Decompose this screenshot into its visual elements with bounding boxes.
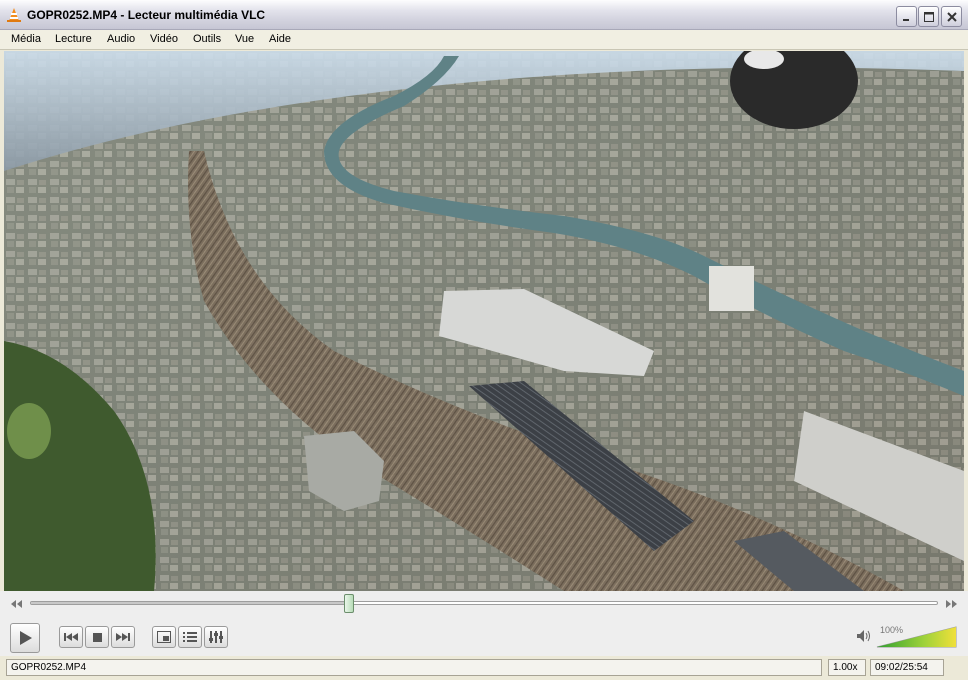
stop-icon (93, 633, 102, 642)
status-bar: GOPR0252.MP4 1.00x 09:02/25:54 (0, 656, 968, 680)
window-title: GOPR0252.MP4 - Lecteur multimédia VLC (27, 8, 266, 22)
status-filename: GOPR0252.MP4 (6, 659, 822, 676)
menu-aide[interactable]: Aide (269, 33, 291, 45)
fullscreen-icon (157, 631, 171, 643)
menu-lecture[interactable]: Lecture (55, 33, 92, 45)
extended-settings-button[interactable] (204, 626, 228, 648)
seek-handle[interactable] (343, 594, 354, 613)
minimize-button[interactable] (896, 6, 917, 27)
seek-bar-fill (31, 602, 349, 604)
title-bar[interactable]: GOPR0252.MP4 - Lecteur multimédia VLC (0, 0, 968, 30)
next-button[interactable] (111, 626, 135, 648)
previous-button[interactable] (59, 626, 83, 648)
stop-button[interactable] (85, 626, 109, 648)
volume-percent-label: 100% (880, 625, 904, 635)
extended-settings-icon (209, 631, 223, 643)
seek-back-arrow-icon[interactable] (10, 599, 24, 609)
video-frame-aerial-city (4, 51, 964, 591)
menu-bar: Média Lecture Audio Vidéo Outils Vue Aid… (0, 30, 968, 50)
close-button[interactable] (941, 6, 962, 27)
time-display[interactable]: 09:02/25:54 (870, 659, 944, 676)
previous-icon (64, 633, 78, 641)
close-icon (947, 12, 957, 22)
playlist-icon (183, 632, 197, 642)
play-icon (20, 631, 32, 645)
playlist-button[interactable] (178, 626, 202, 648)
vlc-cone-icon (7, 8, 21, 22)
next-icon (116, 633, 130, 641)
menu-media[interactable]: Média (11, 33, 41, 45)
maximize-button[interactable] (918, 6, 939, 27)
seek-bar[interactable] (30, 601, 938, 605)
seek-forward-arrow-icon[interactable] (944, 599, 958, 609)
menu-video[interactable]: Vidéo (150, 33, 178, 45)
playback-speed[interactable]: 1.00x (828, 659, 866, 676)
fullscreen-button[interactable] (152, 626, 176, 648)
play-button[interactable] (10, 623, 40, 653)
player-controls: 100% (0, 591, 968, 656)
video-display[interactable] (4, 51, 964, 591)
menu-audio[interactable]: Audio (107, 33, 135, 45)
maximize-icon (924, 12, 934, 22)
speaker-icon[interactable] (856, 629, 872, 643)
menu-vue[interactable]: Vue (235, 33, 254, 45)
minimize-icon (903, 19, 909, 21)
menu-outils[interactable]: Outils (193, 33, 221, 45)
